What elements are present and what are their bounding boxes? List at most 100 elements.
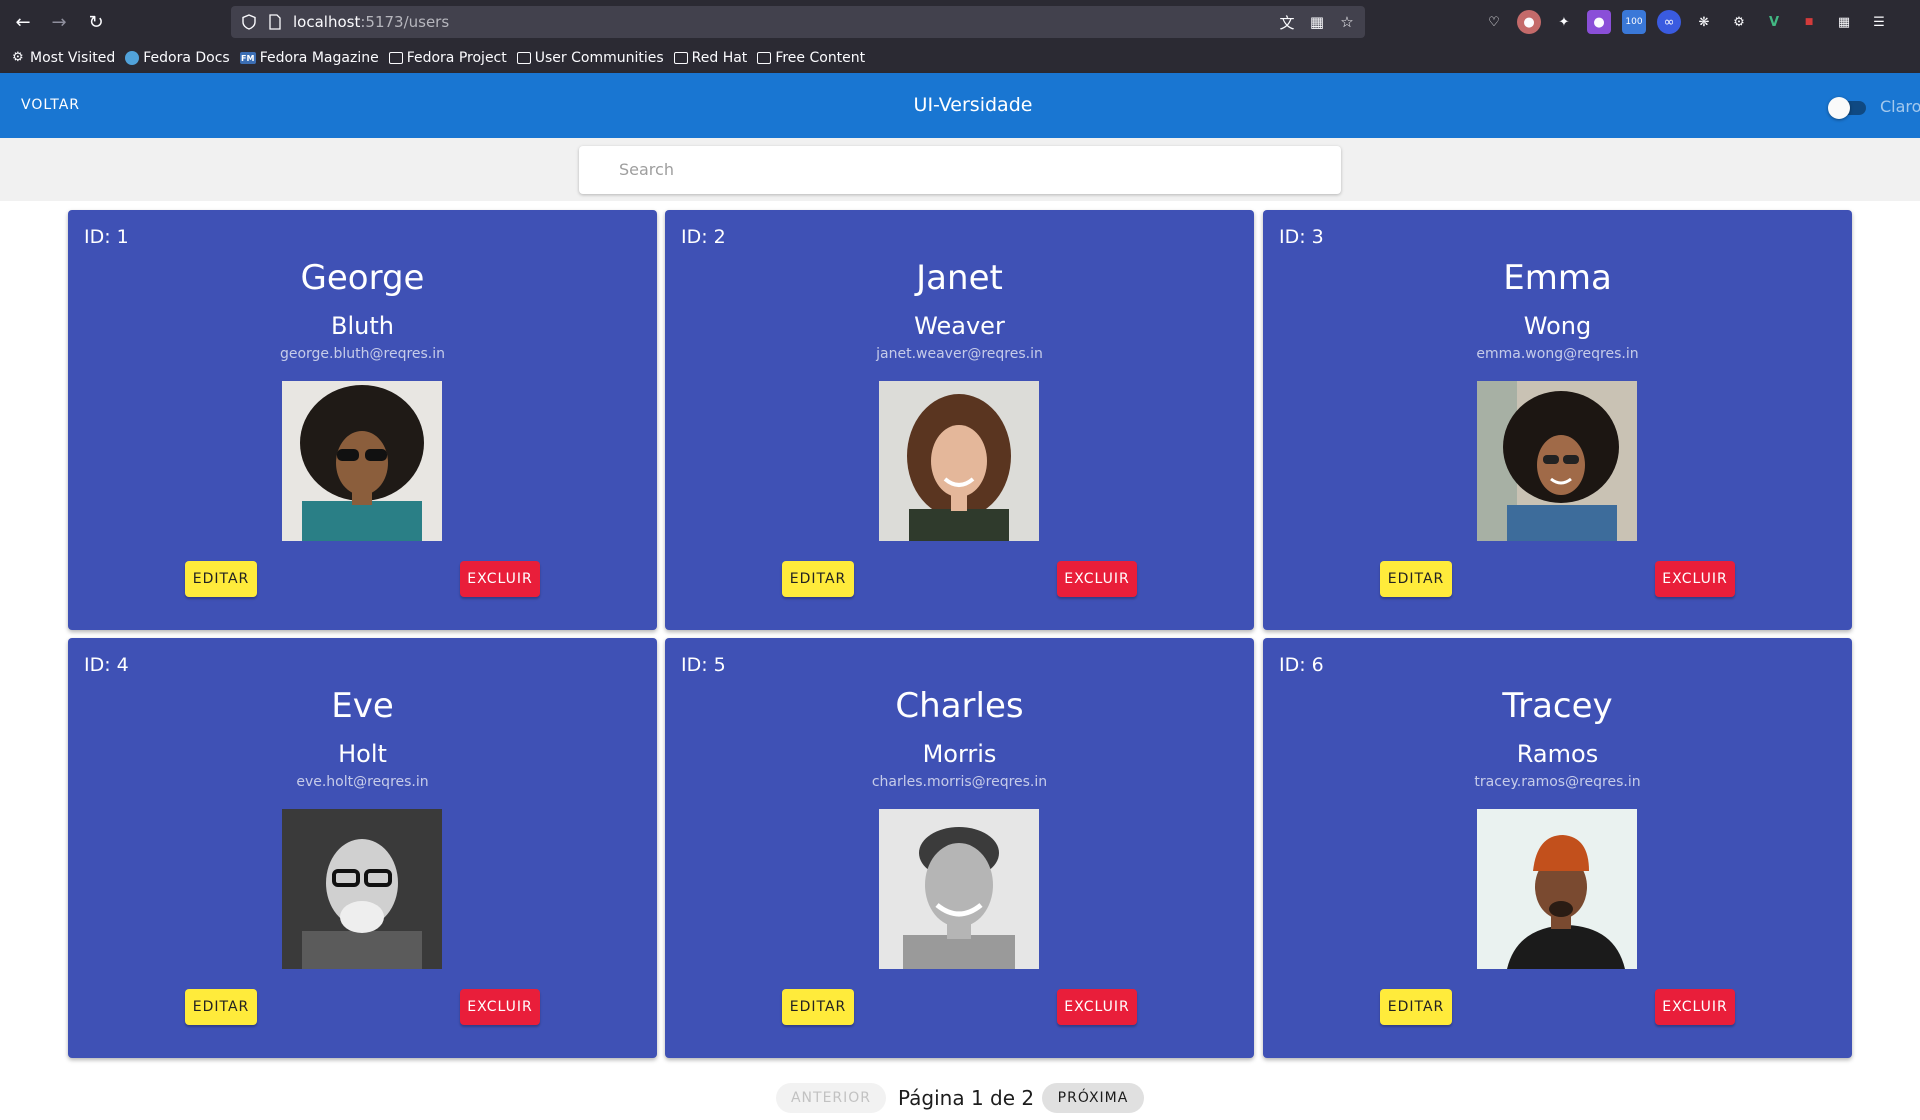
user-card: ID: 1 George Bluth george.bluth@reqres.i… [68, 210, 657, 630]
user-avatar [879, 381, 1039, 541]
delete-button[interactable]: EXCLUIR [1057, 561, 1137, 597]
browser-chrome: ← → ↻ localhost:5173/users 文 ▦ ☆ ♡ ● ✦ ●… [0, 0, 1920, 73]
user-card: ID: 2 Janet Weaver janet.weaver@reqres.i… [665, 210, 1254, 630]
gear-icon: ⚙ [12, 50, 24, 65]
counter-extension-icon[interactable]: 100 [1622, 10, 1646, 34]
user-id: ID: 1 [84, 226, 129, 248]
user-first-name: George [300, 258, 425, 298]
user-avatar [282, 809, 442, 969]
user-id: ID: 5 [681, 654, 726, 676]
bookmark-fedora-magazine[interactable]: FM Fedora Magazine [239, 50, 379, 66]
next-page-button[interactable]: PRÓXIMA [1042, 1083, 1144, 1113]
user-last-name: Ramos [1516, 740, 1599, 768]
delete-button[interactable]: EXCLUIR [460, 989, 540, 1025]
folder-icon [673, 52, 688, 64]
edit-button[interactable]: EDITAR [185, 989, 257, 1025]
user-first-name: Tracey [1502, 686, 1613, 726]
url-actions: 文 ▦ ☆ [1277, 12, 1357, 32]
devtools-extension-icon[interactable]: ⚙ [1727, 10, 1751, 34]
bookmark-red-hat[interactable]: Red Hat [673, 50, 748, 66]
bookmark-label: Most Visited [30, 50, 116, 66]
user-first-name: Emma [1503, 258, 1612, 298]
url-text[interactable]: localhost:5173/users [293, 13, 449, 31]
user-avatar [1477, 381, 1637, 541]
folder-icon [516, 52, 531, 64]
theme-label: Claro [1880, 97, 1920, 116]
app-title: UI-Versidade [913, 94, 1033, 116]
grid-extension-icon[interactable]: ▦ [1832, 10, 1856, 34]
purple-extension-icon[interactable]: ● [1587, 10, 1611, 34]
extensions-icon[interactable]: ✦ [1552, 10, 1576, 34]
user-card: ID: 6 Tracey Ramos tracey.ramos@reqres.i… [1263, 638, 1852, 1058]
bookmark-label: Red Hat [691, 50, 748, 66]
user-card: ID: 3 Emma Wong emma.wong@reqres.in EDIT… [1263, 210, 1852, 630]
user-id: ID: 6 [1279, 654, 1324, 676]
search-box [579, 146, 1341, 194]
browser-toolbar: ← → ↻ localhost:5173/users 文 ▦ ☆ ♡ ● ✦ ●… [0, 0, 1920, 43]
translate-icon[interactable]: 文 [1277, 12, 1297, 32]
search-input[interactable] [619, 160, 1319, 179]
vue-devtools-icon[interactable]: V [1762, 10, 1786, 34]
edit-button[interactable]: EDITAR [185, 561, 257, 597]
user-last-name: Wong [1523, 312, 1592, 340]
user-email: charles.morris@reqres.in [871, 774, 1048, 790]
user-card: ID: 4 Eve Holt eve.holt@reqres.in EDITAR… [68, 638, 657, 1058]
profile-icon[interactable]: ● [1517, 10, 1541, 34]
edit-button[interactable]: EDITAR [1380, 561, 1452, 597]
theme-toggle[interactable] [1826, 97, 1870, 119]
shield-icon[interactable] [241, 14, 257, 30]
bookmark-fedora-docs[interactable]: Fedora Docs [125, 50, 230, 66]
delete-button[interactable]: EXCLUIR [460, 561, 540, 597]
folder-icon [388, 52, 403, 64]
edit-button[interactable]: EDITAR [782, 561, 854, 597]
app-bar: VOLTAR UI-Versidade Claro [0, 73, 1920, 138]
bookmark-free-content[interactable]: Free Content [757, 50, 865, 66]
bookmark-label: Fedora Project [406, 50, 507, 66]
bookmark-label: Free Content [775, 50, 866, 66]
user-id: ID: 2 [681, 226, 726, 248]
bookmark-fedora-project[interactable]: Fedora Project [388, 50, 507, 66]
previous-page-button[interactable]: ANTERIOR [776, 1083, 886, 1113]
address-bar[interactable]: localhost:5173/users 文 ▦ ☆ [231, 6, 1365, 38]
url-path: :5173/users [360, 13, 450, 31]
bookmarks-bar: ⚙ Most Visited Fedora Docs FM Fedora Magaz… [0, 46, 875, 70]
user-first-name: Eve [331, 686, 394, 726]
edit-button[interactable]: EDITAR [782, 989, 854, 1025]
user-email: tracey.ramos@reqres.in [1474, 774, 1641, 790]
user-email: eve.holt@reqres.in [296, 774, 429, 790]
bookmark-user-communities[interactable]: User Communities [516, 50, 664, 66]
delete-button[interactable]: EXCLUIR [1057, 989, 1137, 1025]
reload-icon[interactable]: ↻ [84, 10, 108, 34]
red-extension-icon[interactable]: ■ [1797, 10, 1821, 34]
bookmark-most-visited[interactable]: ⚙ Most Visited [12, 50, 115, 66]
blue-extension-icon[interactable]: ∞ [1657, 10, 1681, 34]
delete-button[interactable]: EXCLUIR [1655, 561, 1735, 597]
user-last-name: Weaver [914, 312, 1005, 340]
edit-button[interactable]: EDITAR [1380, 989, 1452, 1025]
menu-icon[interactable]: ☰ [1867, 10, 1891, 34]
page-icon [269, 14, 281, 30]
extensions-row: ♡ ● ✦ ● 100 ∞ ❋ ⚙ V ■ ▦ ☰ [1482, 10, 1891, 34]
user-email: george.bluth@reqres.in [279, 346, 446, 362]
settings-extension-icon[interactable]: ❋ [1692, 10, 1716, 34]
bookmark-label: Fedora Magazine [259, 50, 379, 66]
user-id: ID: 4 [84, 654, 129, 676]
url-host: localhost [293, 13, 361, 31]
bookmark-star-icon[interactable]: ☆ [1337, 12, 1357, 32]
back-arrow-icon[interactable]: ← [11, 10, 35, 34]
forward-arrow-icon[interactable]: → [47, 10, 71, 34]
user-id: ID: 3 [1279, 226, 1324, 248]
pagination: ANTERIOR Página 1 de 2 PRÓXIMA [0, 1082, 1920, 1114]
bookmark-label: User Communities [534, 50, 664, 66]
user-last-name: Bluth [331, 312, 394, 340]
qr-code-icon[interactable]: ▦ [1307, 12, 1327, 32]
user-avatar [282, 381, 442, 541]
search-area [0, 138, 1920, 201]
page-indicator: Página 1 de 2 [898, 1086, 1035, 1110]
delete-button[interactable]: EXCLUIR [1655, 989, 1735, 1025]
user-last-name: Holt [338, 740, 387, 768]
pocket-icon[interactable]: ♡ [1482, 10, 1506, 34]
fm-icon: FM [239, 52, 256, 64]
folder-icon [757, 52, 772, 64]
toggle-thumb [1828, 97, 1850, 119]
